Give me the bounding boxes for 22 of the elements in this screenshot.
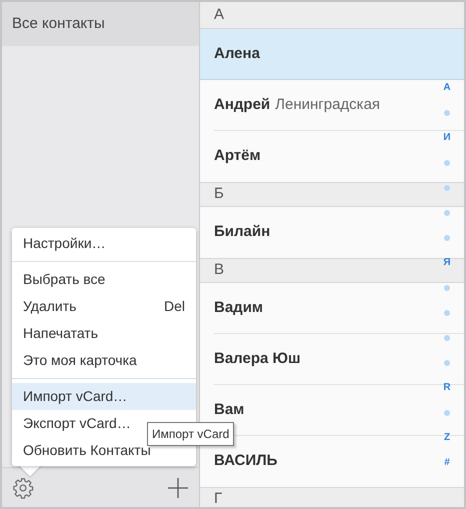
menu-label: Это моя карточка — [23, 351, 137, 370]
contact-name: Билайн — [214, 222, 270, 242]
menu-label: Напечатать — [23, 324, 98, 343]
contact-name: Артём — [214, 146, 261, 166]
sidebar-title: Все контакты — [12, 14, 105, 34]
contact-name: ВАСИЛЬ — [214, 451, 278, 472]
menu-label: Экспорт vCard… — [23, 414, 131, 433]
shortcut-label: Del — [164, 297, 185, 316]
contact-name: Вадим — [214, 298, 264, 318]
contact-name: Алена — [214, 44, 260, 64]
tooltip: Импорт vCard — [147, 422, 234, 446]
contact-name: Вам — [214, 400, 244, 420]
menu-label: Настройки… — [23, 234, 106, 253]
menu-label: Удалить — [23, 297, 76, 316]
contact-name: Андрей — [214, 94, 270, 115]
section-header: Г — [200, 487, 464, 507]
contact-detail: Ленинградская — [275, 94, 380, 115]
menu-label: Выбрать все — [23, 270, 106, 289]
section-header: А — [200, 2, 464, 29]
section-header: Б — [200, 182, 464, 207]
menu-label: Импорт vCard… — [23, 387, 128, 406]
contact-name: Валера Юш — [214, 348, 300, 369]
